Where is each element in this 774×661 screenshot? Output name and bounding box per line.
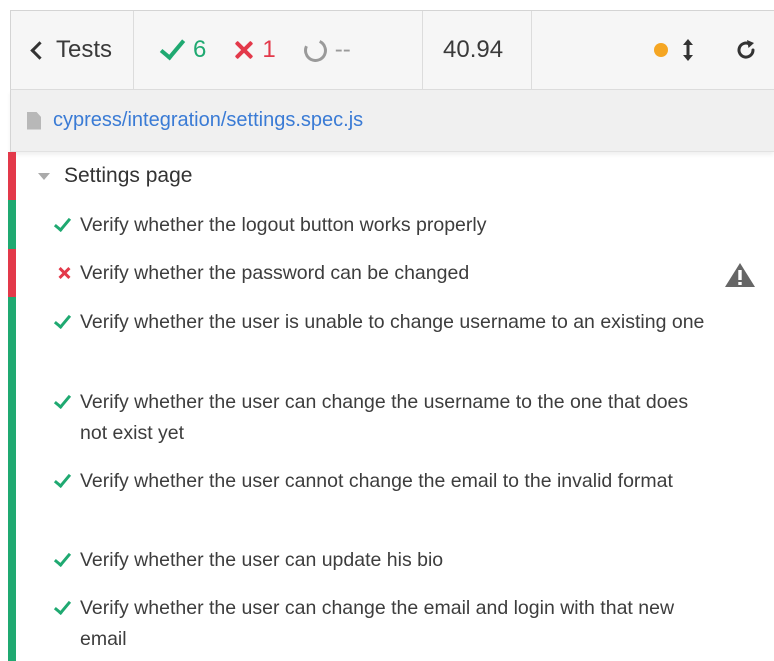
pending-count: -- xyxy=(300,35,351,65)
cypress-reporter: Tests 6 1 -- 40.94 cypress/integration/s… xyxy=(0,0,774,661)
test-state-icon xyxy=(54,258,80,289)
chevron-left-icon xyxy=(30,40,49,60)
check-icon xyxy=(53,596,72,616)
dot-icon xyxy=(654,43,668,57)
test-title: Verify whether the user can change the u… xyxy=(80,391,689,444)
rerun-button[interactable] xyxy=(734,38,758,62)
spec-header: cypress/integration/settings.spec.js xyxy=(10,90,774,152)
failed-value: 1 xyxy=(262,36,276,63)
check-icon xyxy=(159,33,186,61)
tests-back-button[interactable]: Tests xyxy=(11,11,134,89)
test-item[interactable]: Verify whether the user cannot change th… xyxy=(8,466,774,497)
test-item[interactable]: Verify whether the user can change the e… xyxy=(8,593,774,655)
failed-count: 1 xyxy=(234,36,275,64)
check-icon xyxy=(53,310,72,330)
test-state-icon xyxy=(53,387,80,418)
stats-summary: 6 1 -- xyxy=(134,11,423,89)
test-item[interactable]: Verify whether the password can be chang… xyxy=(8,258,774,289)
spec-path-link[interactable]: cypress/integration/settings.spec.js xyxy=(53,109,363,132)
controls xyxy=(532,11,774,89)
test-title: Verify whether the user cannot change th… xyxy=(80,470,673,492)
test-title: Verify whether the logout button works p… xyxy=(80,214,487,236)
duration-value: 40.94 xyxy=(443,36,504,63)
test-item[interactable]: Verify whether the user can update his b… xyxy=(8,545,774,576)
test-item[interactable]: Verify whether the logout button works p… xyxy=(8,210,774,241)
stats-bar: Tests 6 1 -- 40.94 xyxy=(10,10,774,90)
test-state-icon xyxy=(53,210,80,241)
spinner-icon xyxy=(300,35,330,65)
passed-count: 6 xyxy=(159,33,207,64)
passed-value: 6 xyxy=(193,36,207,63)
check-icon xyxy=(53,390,72,410)
suite-title: Settings page xyxy=(64,164,193,187)
x-icon xyxy=(54,258,74,289)
check-icon xyxy=(53,213,72,233)
test-item[interactable]: Verify whether the user can change the u… xyxy=(8,387,774,449)
autoscroll-toggle[interactable] xyxy=(682,38,694,62)
duration: 40.94 xyxy=(423,11,532,89)
test-title: Verify whether the user is unable to cha… xyxy=(80,311,705,333)
check-icon xyxy=(53,469,72,489)
test-state-icon xyxy=(53,307,80,338)
tests-label: Tests xyxy=(56,36,113,63)
test-state-icon xyxy=(53,466,80,497)
warning-icon[interactable] xyxy=(724,262,756,288)
test-title: Verify whether the user can change the e… xyxy=(80,597,675,650)
test-state-icon xyxy=(53,545,80,576)
test-title: Verify whether the password can be chang… xyxy=(80,262,470,284)
test-state-icon xyxy=(53,593,80,624)
caret-down-icon xyxy=(38,172,50,180)
suite-header[interactable]: Settings page xyxy=(8,152,774,200)
reload-icon xyxy=(737,40,755,59)
test-title: Verify whether the user can update his b… xyxy=(80,549,444,571)
test-item[interactable]: Verify whether the user is unable to cha… xyxy=(8,307,774,338)
file-icon xyxy=(27,111,41,130)
pending-value: -- xyxy=(334,36,351,63)
x-icon xyxy=(234,40,254,60)
up-down-arrow-icon xyxy=(683,39,693,61)
check-icon xyxy=(53,548,72,568)
runnables-list: Settings page Verify whether the logout … xyxy=(8,152,774,661)
